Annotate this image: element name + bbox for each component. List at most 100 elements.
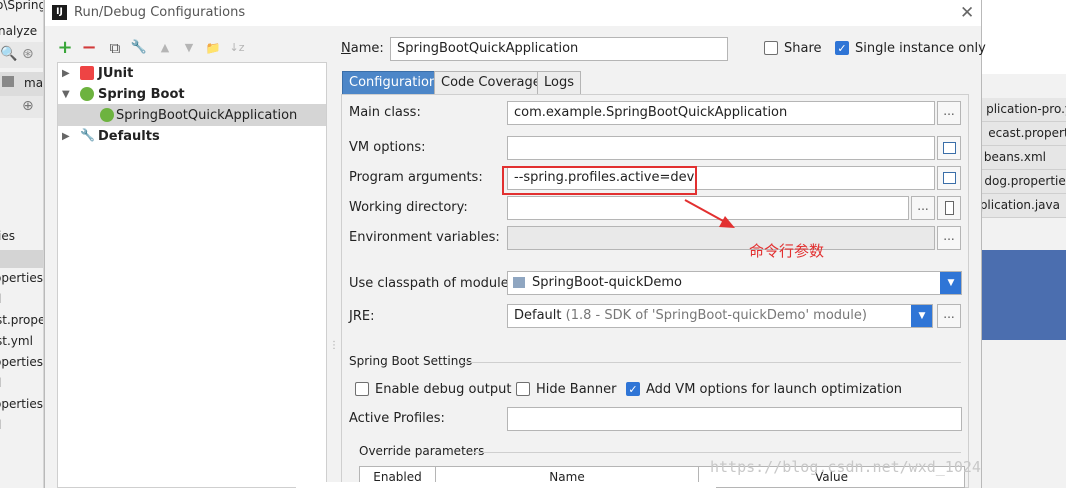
- override-parameters-heading: Override parameters: [359, 444, 485, 458]
- vm-options-label: VM options:: [349, 140, 426, 155]
- add-vm-options-checkbox[interactable]: ✓: [626, 382, 640, 396]
- hide-banner-checkbox[interactable]: [516, 382, 530, 396]
- add-icon[interactable]: +: [55, 38, 75, 58]
- name-label: Name:: [341, 41, 384, 56]
- wrench-icon[interactable]: 🔧: [129, 38, 149, 58]
- browse-jre-button[interactable]: ...: [937, 304, 961, 328]
- ide-file[interactable]: l: [0, 418, 1, 432]
- share-checkbox[interactable]: [764, 41, 778, 55]
- active-profiles-label: Active Profiles:: [349, 411, 445, 426]
- enable-debug-checkbox[interactable]: [355, 382, 369, 396]
- sort-icon[interactable]: ↓z: [227, 38, 247, 58]
- working-directory-label: Working directory:: [349, 200, 468, 215]
- ide-file[interactable]: operties: [0, 355, 43, 369]
- tree-node-label: SpringBootQuickApplication: [116, 108, 298, 123]
- ide-file[interactable]: operties: [0, 271, 43, 285]
- expand-program-arguments-button[interactable]: [937, 166, 961, 190]
- name-label-rest: ame:: [350, 41, 384, 56]
- defaults-wrench-icon: 🔧: [80, 128, 95, 142]
- tree-node-defaults[interactable]: ▶ 🔧 Defaults: [58, 126, 326, 147]
- editor-tab-label: dog.properties: [984, 174, 1066, 188]
- editor-tab[interactable]: beans.xml: [982, 146, 1066, 170]
- editor-tab-label: ecast.properti: [988, 126, 1066, 140]
- spring-boot-settings-heading: Spring Boot Settings: [349, 354, 473, 368]
- jre-value: Default: [514, 308, 562, 323]
- single-instance-label: Single instance only: [855, 41, 986, 56]
- ide-editor-area: [982, 0, 1066, 74]
- expand-arrow-icon[interactable]: ▶: [62, 63, 70, 84]
- annotation-text: 命令行参数: [749, 242, 825, 260]
- editor-tab[interactable]: plication-pro.y: [982, 98, 1066, 122]
- collapse-arrow-icon[interactable]: ▼: [62, 84, 70, 105]
- intellij-logo-icon: IJ: [52, 5, 67, 20]
- working-directory-macro-button[interactable]: [937, 196, 961, 220]
- move-up-icon[interactable]: ▲: [155, 38, 175, 58]
- tab-code-coverage[interactable]: Code Coverage: [434, 71, 548, 95]
- tree-node-junit[interactable]: ▶ JUnit: [58, 63, 326, 84]
- active-profiles-input[interactable]: [507, 407, 962, 431]
- spring-boot-icon: [80, 87, 94, 101]
- splitter-handle[interactable]: ⋮: [329, 340, 339, 351]
- ide-toolbar: 🔍 ⊛: [0, 42, 43, 68]
- browse-main-class-button[interactable]: ...: [937, 101, 961, 125]
- target-icon[interactable]: ⊕: [22, 98, 34, 114]
- hide-banner-label: Hide Banner: [536, 382, 617, 397]
- config-tree: ▶ JUnit ▼ Spring Boot SpringBootQuickApp…: [57, 62, 327, 488]
- edit-environment-variables-button[interactable]: ...: [937, 226, 961, 250]
- expand-field-icon: [943, 142, 956, 154]
- classpath-module-select[interactable]: SpringBoot-quickDemo ▼: [507, 271, 962, 295]
- ide-file[interactable]: st.prope: [0, 313, 43, 327]
- tree-node-spring-boot[interactable]: ▼ Spring Boot: [58, 84, 326, 105]
- tree-node-label: JUnit: [98, 66, 134, 81]
- tree-node-springbootquickapplication[interactable]: SpringBootQuickApplication: [58, 105, 326, 126]
- search-icon[interactable]: 🔍: [0, 46, 17, 62]
- tab-logs[interactable]: Logs: [537, 71, 581, 95]
- find-usages-icon[interactable]: ⊛: [22, 46, 34, 62]
- move-down-icon[interactable]: ▼: [179, 38, 199, 58]
- document-icon: [945, 201, 954, 215]
- jre-select[interactable]: Default (1.8 - SDK of 'SpringBoot-quickD…: [507, 304, 933, 328]
- editor-tab[interactable]: dog.properties: [982, 170, 1066, 194]
- expand-vm-options-button[interactable]: [937, 136, 961, 160]
- classpath-module-value: SpringBoot-quickDemo: [532, 275, 682, 290]
- ide-selected-row: [0, 250, 43, 268]
- annotation-arrow: [684, 199, 735, 228]
- annotation-highlight-box: [502, 166, 697, 195]
- close-icon[interactable]: ✕: [960, 3, 974, 23]
- editor-tab-label: plication-pro.y: [986, 102, 1066, 116]
- environment-variables-label: Environment variables:: [349, 230, 500, 245]
- ide-file[interactable]: st.yml: [0, 334, 33, 348]
- dialog-titlebar: IJ Run/Debug Configurations ✕: [45, 0, 981, 26]
- editor-tab-label: beans.xml: [983, 150, 1046, 164]
- browse-working-directory-button[interactable]: ...: [911, 196, 935, 220]
- tree-node-label: Spring Boot: [98, 87, 185, 102]
- ide-file[interactable]: operties: [0, 397, 43, 411]
- chevron-down-icon[interactable]: ▼: [911, 305, 932, 327]
- copy-icon[interactable]: ⧉: [105, 38, 125, 58]
- main-class-input[interactable]: com.example.SpringBootQuickApplication: [507, 101, 935, 125]
- remove-icon[interactable]: −: [79, 38, 99, 58]
- folder-icon[interactable]: 📁: [203, 38, 223, 58]
- single-instance-checkbox[interactable]: ✓: [835, 41, 849, 55]
- ide-tab-label: ma: [24, 76, 44, 90]
- chevron-down-icon[interactable]: ▼: [940, 272, 961, 294]
- tab-configuration[interactable]: Configuration: [342, 71, 445, 95]
- section-separator: [473, 452, 961, 453]
- jre-detail: (1.8 - SDK of 'SpringBoot-quickDemo' mod…: [565, 308, 867, 323]
- ide-file[interactable]: l: [0, 292, 1, 306]
- ide-file[interactable]: ies: [0, 229, 15, 243]
- ide-file[interactable]: l: [0, 376, 1, 390]
- folder-icon: [2, 76, 14, 87]
- vm-options-input[interactable]: [507, 136, 935, 160]
- ide-tab[interactable]: ma: [0, 72, 44, 96]
- expand-arrow-icon[interactable]: ▶: [62, 126, 70, 147]
- add-vm-options-label: Add VM options for launch optimization: [646, 382, 903, 397]
- background-ide-project-panel: o\Spring nalyze 🔍 ⊛ ma ⊕ ies operties l …: [0, 0, 44, 488]
- editor-tab-label: plication.java: [982, 198, 1060, 212]
- ide-menu-analyze[interactable]: nalyze: [0, 24, 37, 38]
- editor-tab[interactable]: ecast.properti: [982, 122, 1066, 146]
- editor-tab[interactable]: plication.java: [982, 194, 1066, 218]
- ide-subbar: ⊕: [0, 96, 43, 118]
- share-label: Share: [784, 41, 822, 56]
- name-input[interactable]: SpringBootQuickApplication: [390, 37, 728, 61]
